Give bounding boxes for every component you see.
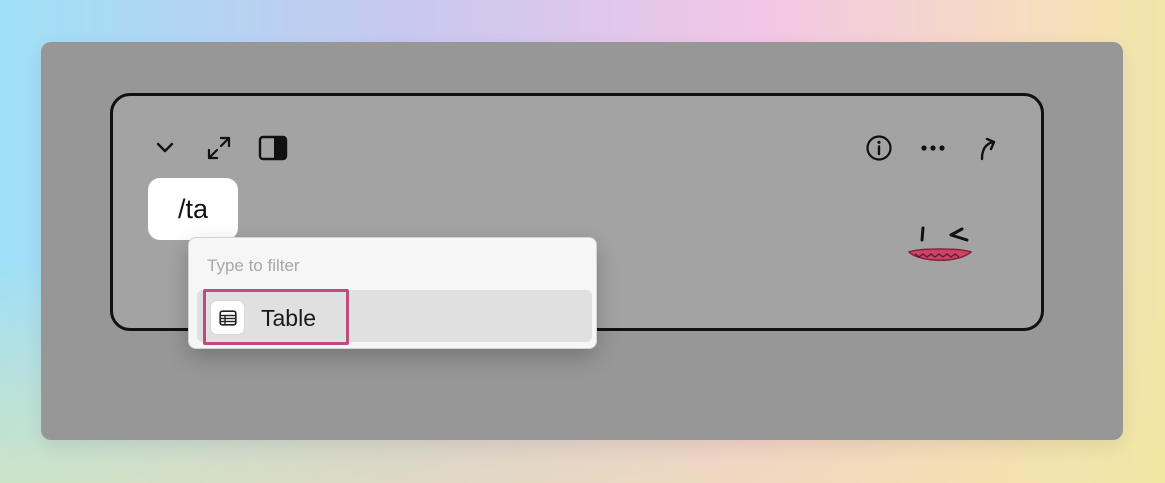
command-menu: Type to filter Table bbox=[188, 237, 597, 349]
expand-icon[interactable] bbox=[204, 133, 234, 163]
more-icon[interactable] bbox=[918, 133, 948, 163]
table-icon bbox=[210, 300, 245, 335]
menu-filter-placeholder: Type to filter bbox=[207, 256, 300, 275]
slash-command-text: /ta bbox=[177, 193, 209, 224]
doodle-drawing bbox=[905, 222, 975, 272]
slash-command-input[interactable]: /ta bbox=[148, 178, 238, 240]
panel-toggle-icon[interactable] bbox=[258, 133, 288, 163]
share-arrow-icon[interactable] bbox=[972, 133, 1002, 163]
info-icon[interactable] bbox=[864, 133, 894, 163]
chevron-down-icon[interactable] bbox=[150, 133, 180, 163]
menu-item-label: Table bbox=[261, 305, 316, 331]
